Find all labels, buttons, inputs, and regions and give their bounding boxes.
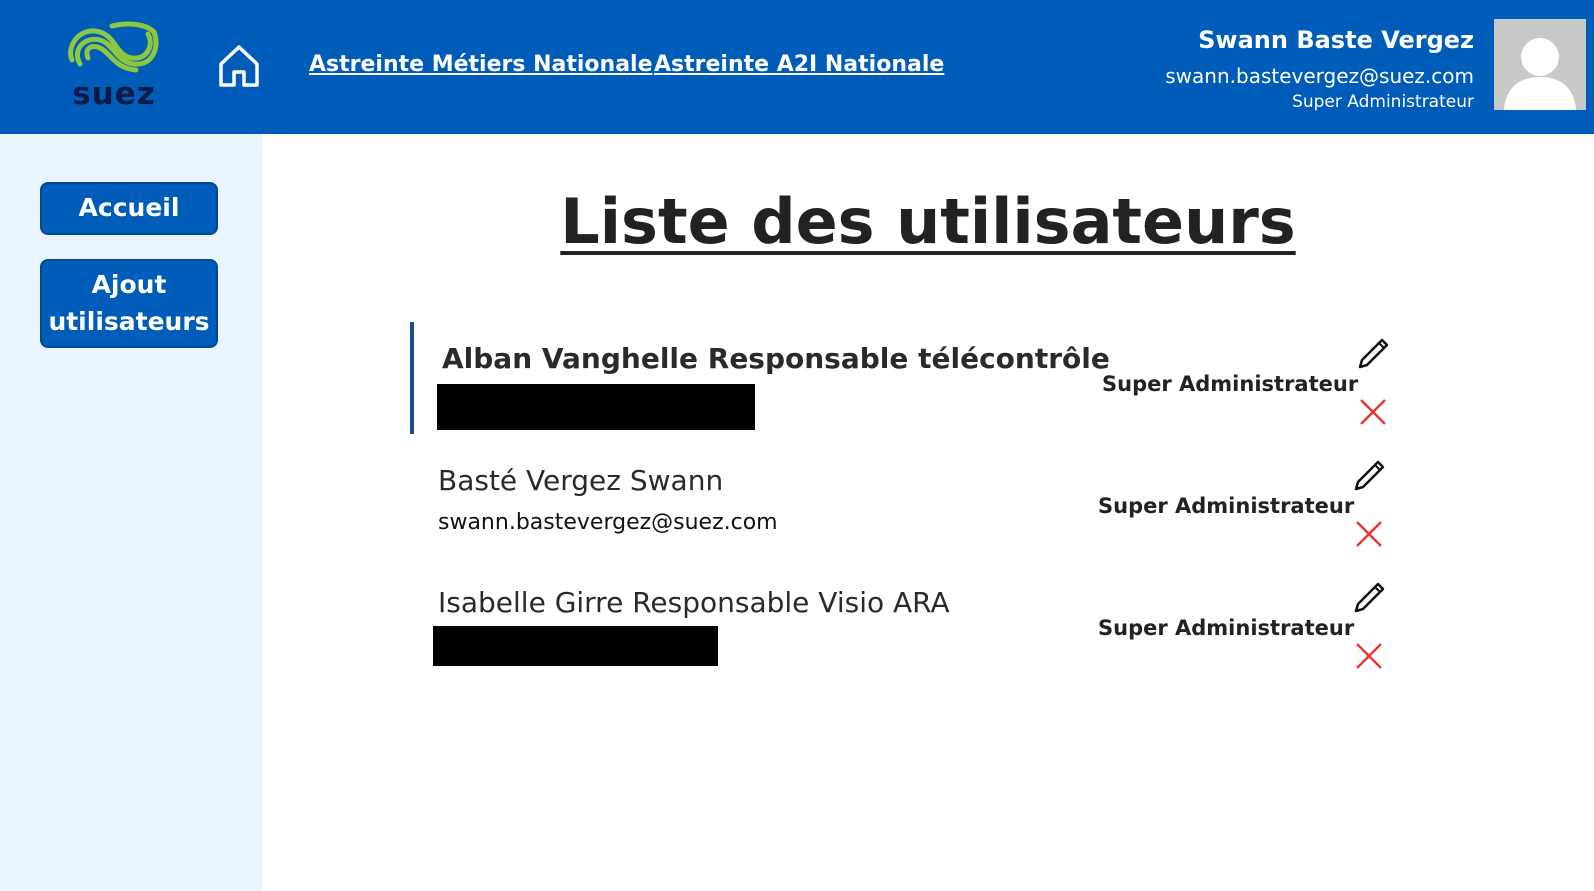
logo-swirl-icon [68, 21, 159, 73]
sidebar-item-accueil[interactable]: Accueil [40, 182, 218, 235]
redacted-email [433, 626, 718, 666]
current-user-role: Super Administrateur [1292, 92, 1474, 112]
edit-pencil-icon[interactable] [1356, 335, 1392, 371]
user-role: Super Administrateur [1102, 372, 1359, 396]
list-item[interactable]: Alban Vanghelle Responsable télécontrôle… [410, 322, 1404, 434]
delete-x-icon[interactable] [1354, 519, 1384, 549]
logo-wordmark: suez [72, 76, 156, 112]
avatar[interactable] [1494, 19, 1586, 110]
user-name: Alban Vanghelle Responsable télécontrôle [442, 342, 1110, 375]
nav-link-astreinte-metiers[interactable]: Astreinte Métiers Nationale [309, 52, 653, 77]
user-name: Basté Vergez Swann [438, 464, 724, 497]
current-user-info: Swann Baste Vergez swann.bastevergez@sue… [1165, 26, 1474, 112]
page-title: Liste des utilisateurs [560, 185, 1296, 258]
delete-x-icon[interactable] [1354, 641, 1384, 671]
delete-x-icon[interactable] [1358, 397, 1388, 427]
user-role: Super Administrateur [1098, 494, 1355, 518]
redacted-email [437, 384, 755, 430]
user-email: swann.bastevergez@suez.com [438, 510, 778, 535]
user-avatar-icon [1504, 38, 1576, 110]
suez-logo[interactable]: suez [62, 18, 166, 114]
edit-pencil-icon[interactable] [1352, 579, 1388, 615]
sidebar: Accueil Ajout utilisateurs [0, 134, 262, 891]
edit-pencil-icon[interactable] [1352, 457, 1388, 493]
sidebar-item-ajout-utilisateurs[interactable]: Ajout utilisateurs [40, 259, 218, 348]
current-user-email: swann.bastevergez@suez.com [1165, 64, 1474, 88]
user-name: Isabelle Girre Responsable Visio ARA [438, 586, 950, 619]
home-icon[interactable] [216, 42, 262, 90]
list-item[interactable]: Isabelle Girre Responsable Visio ARA Sup… [410, 566, 1400, 678]
current-user-name: Swann Baste Vergez [1198, 26, 1474, 54]
nav-link-astreinte-a2i[interactable]: Astreinte A2I Nationale [654, 52, 944, 77]
user-role: Super Administrateur [1098, 616, 1355, 640]
top-header: suez Astreinte Métiers Nationale Astrein… [0, 0, 1594, 134]
list-item[interactable]: Basté Vergez Swann swann.bastevergez@sue… [410, 444, 1400, 556]
